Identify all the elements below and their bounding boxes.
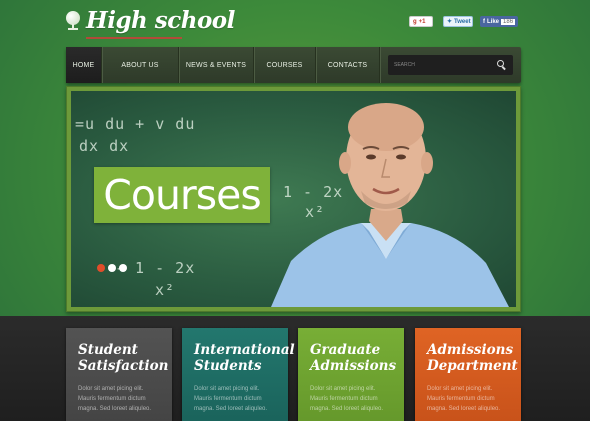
google-plus-icon: g: [413, 18, 417, 25]
slider-dot[interactable]: [97, 264, 105, 272]
tweet-label: Tweet: [454, 18, 471, 25]
google-plus-button[interactable]: g +1: [409, 16, 433, 27]
nav-item-courses[interactable]: COURSES: [254, 47, 316, 83]
chalk-formula: =u du + v du: [75, 115, 196, 133]
search-box: [388, 55, 513, 75]
card-text: Dolor sit amet picing elit. Mauris ferme…: [194, 386, 268, 412]
logo-underline: [86, 37, 182, 39]
chalk-formula: x²: [155, 281, 176, 299]
slider-dot[interactable]: [119, 264, 127, 272]
card-text: Dolor sit amet picing elit. Mauris ferme…: [310, 386, 384, 412]
nav-item-label: NEWS & EVENTS: [185, 61, 247, 69]
tweet-button[interactable]: ✦ Tweet: [443, 16, 473, 27]
nav-item-label: CONTACTS: [327, 61, 368, 69]
hero-slider: =u du + v du dx dx 1 - 2x x² - 1 - 2x x²…: [66, 86, 521, 312]
card-title: International Students: [194, 342, 295, 374]
nav-item-news-events[interactable]: NEWS & EVENTS: [179, 47, 254, 83]
nav-item-label: ABOUT US: [121, 61, 159, 69]
top-bar: High school g +1 ✦ Tweet f Like 186: [0, 0, 590, 46]
card-international-students[interactable]: International Students Dolor sit amet pic…: [182, 328, 295, 421]
nav-item-label: HOME: [72, 61, 95, 69]
facebook-like-count: 186: [501, 18, 516, 25]
card-title: Admissions Department: [427, 342, 518, 374]
slider-pagination: [97, 264, 127, 272]
nav-item-about-us[interactable]: ABOUT US: [102, 47, 179, 83]
card-title: Student Satisfaction: [78, 342, 169, 374]
nav-item-label: COURSES: [266, 61, 303, 69]
slider-dot[interactable]: [108, 264, 116, 272]
facebook-like-button[interactable]: f Like 186: [480, 16, 518, 27]
site-logo[interactable]: High school: [66, 7, 235, 34]
card-text: Dolor sit amet picing elit. Mauris ferme…: [78, 386, 152, 412]
card-title: Graduate Admissions: [310, 342, 397, 374]
chalk-formula: - 1 - 2x: [115, 259, 196, 277]
main-nav: HOME ABOUT US NEWS & EVENTS COURSES CONT…: [66, 47, 521, 83]
globe-icon: [66, 10, 82, 31]
slide-chalkboard: =u du + v du dx dx 1 - 2x x² - 1 - 2x x²…: [71, 91, 516, 307]
search-input[interactable]: [394, 62, 494, 68]
twitter-icon: ✦: [447, 19, 453, 25]
card-text: Dolor sit amet picing elit. Mauris ferme…: [427, 386, 501, 412]
card-graduate-admissions[interactable]: Graduate Admissions Dolor sit amet picing…: [298, 328, 404, 421]
teacher-photo: [271, 103, 509, 307]
slide-caption: Courses: [103, 171, 262, 219]
search-icon[interactable]: [497, 60, 507, 70]
google-plus-label: +1: [418, 18, 426, 25]
nav-item-home[interactable]: HOME: [66, 47, 102, 83]
slide-caption-banner[interactable]: Courses: [94, 167, 270, 223]
facebook-icon: f: [483, 18, 485, 25]
card-student-satisfaction[interactable]: Student Satisfaction Dolor sit amet picin…: [66, 328, 172, 421]
facebook-like-label: Like: [487, 18, 500, 25]
chalk-formula: dx dx: [79, 137, 130, 155]
nav-item-contacts[interactable]: CONTACTS: [316, 47, 380, 83]
feature-strip: Student Satisfaction Dolor sit amet picin…: [0, 316, 590, 421]
card-admissions-department[interactable]: Admissions Department Dolor sit amet pici…: [415, 328, 521, 421]
logo-text: High school: [86, 7, 235, 34]
